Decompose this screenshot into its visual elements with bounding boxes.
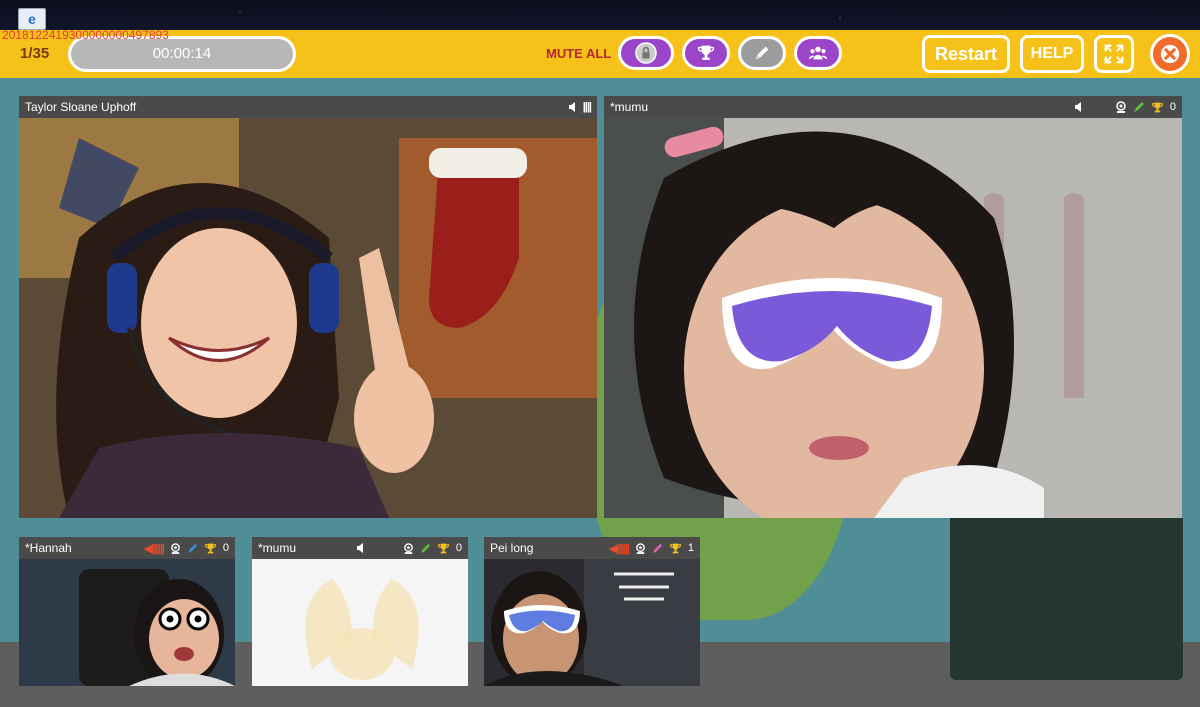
thumbnail-name: *Hannah bbox=[25, 541, 72, 555]
student-name: *mumu bbox=[610, 100, 649, 114]
pen-button[interactable] bbox=[738, 36, 786, 70]
teacher-video bbox=[19, 118, 597, 518]
thumbnail-video-mumu bbox=[252, 559, 468, 686]
trophy-icon bbox=[1151, 102, 1163, 112]
thumbnail-video-pei-long bbox=[484, 559, 700, 686]
trophy-icon bbox=[437, 543, 449, 553]
group-icon bbox=[808, 46, 828, 60]
pen-icon[interactable] bbox=[1133, 101, 1145, 113]
thumbnail-video-hannah bbox=[19, 559, 235, 686]
lock-icon bbox=[635, 42, 657, 64]
camera-icon[interactable] bbox=[170, 542, 181, 554]
close-icon bbox=[1160, 44, 1180, 64]
student-panel-header: *mumu 0 bbox=[604, 96, 1182, 118]
hannah-video-image bbox=[19, 559, 235, 686]
camera-icon[interactable] bbox=[635, 542, 646, 554]
top-toolbar: 1/35 00:00:14 MUTE ALL Restart HELP bbox=[0, 30, 1200, 78]
speaker-icon[interactable] bbox=[356, 543, 365, 553]
trophy-icon bbox=[669, 543, 681, 553]
thumbnail-header-mumu: *mumu 0 bbox=[252, 537, 468, 559]
fullscreen-icon bbox=[1104, 44, 1124, 64]
trophy-count: 0 bbox=[1169, 101, 1176, 113]
camera-icon[interactable] bbox=[403, 542, 414, 554]
trophy-icon bbox=[697, 45, 715, 60]
desktop-background bbox=[0, 0, 1200, 30]
page-counter: 1/35 bbox=[20, 45, 50, 62]
pei-long-video-image bbox=[484, 559, 700, 686]
speaker-icon[interactable] bbox=[568, 102, 577, 112]
thumbnail-name: Pei long bbox=[490, 541, 534, 555]
trophy-button[interactable] bbox=[682, 36, 730, 70]
camera-icon[interactable] bbox=[1115, 101, 1127, 113]
thumbnail-header-pei-long: Pei long ◀|||||| 1 bbox=[484, 537, 700, 559]
volume-bars-icon: ◀|||||| bbox=[143, 542, 165, 555]
pen-icon[interactable] bbox=[420, 543, 431, 554]
pen-icon[interactable] bbox=[187, 543, 198, 554]
close-button[interactable] bbox=[1150, 34, 1190, 74]
fullscreen-button[interactable] bbox=[1094, 35, 1134, 73]
thumbnail-name: *mumu bbox=[258, 541, 297, 555]
volume-bars-icon: ◀|||||| bbox=[608, 542, 630, 555]
student-video-image bbox=[604, 118, 1182, 518]
teacher-panel-header: Taylor Sloane Uphoff |||| bbox=[19, 96, 597, 118]
pen-icon[interactable] bbox=[652, 543, 663, 554]
trophy-count: 0 bbox=[222, 542, 229, 554]
bunny-placeholder-icon bbox=[252, 559, 468, 686]
trophy-count: 1 bbox=[687, 542, 694, 554]
mute-all-toggle[interactable] bbox=[618, 36, 674, 70]
browser-shortcut-icon[interactable]: e bbox=[18, 8, 46, 30]
trophy-icon bbox=[204, 543, 216, 553]
teacher-video-image bbox=[19, 118, 597, 518]
trophy-count: 0 bbox=[455, 542, 462, 554]
group-button[interactable] bbox=[794, 36, 842, 70]
session-id-text: 2018122419300000000497893 bbox=[2, 28, 169, 42]
student-video bbox=[604, 118, 1182, 518]
volume-bars-icon: |||| bbox=[582, 101, 592, 113]
help-button[interactable]: HELP bbox=[1020, 35, 1084, 73]
restart-button[interactable]: Restart bbox=[922, 35, 1010, 73]
pen-icon bbox=[755, 46, 769, 60]
mute-all-label[interactable]: MUTE ALL bbox=[546, 46, 611, 61]
speaker-icon[interactable] bbox=[1074, 102, 1083, 112]
thumbnail-header-hannah: *Hannah ◀|||||| 0 bbox=[19, 537, 235, 559]
empty-video-slot bbox=[950, 518, 1183, 680]
teacher-name: Taylor Sloane Uphoff bbox=[25, 100, 137, 114]
